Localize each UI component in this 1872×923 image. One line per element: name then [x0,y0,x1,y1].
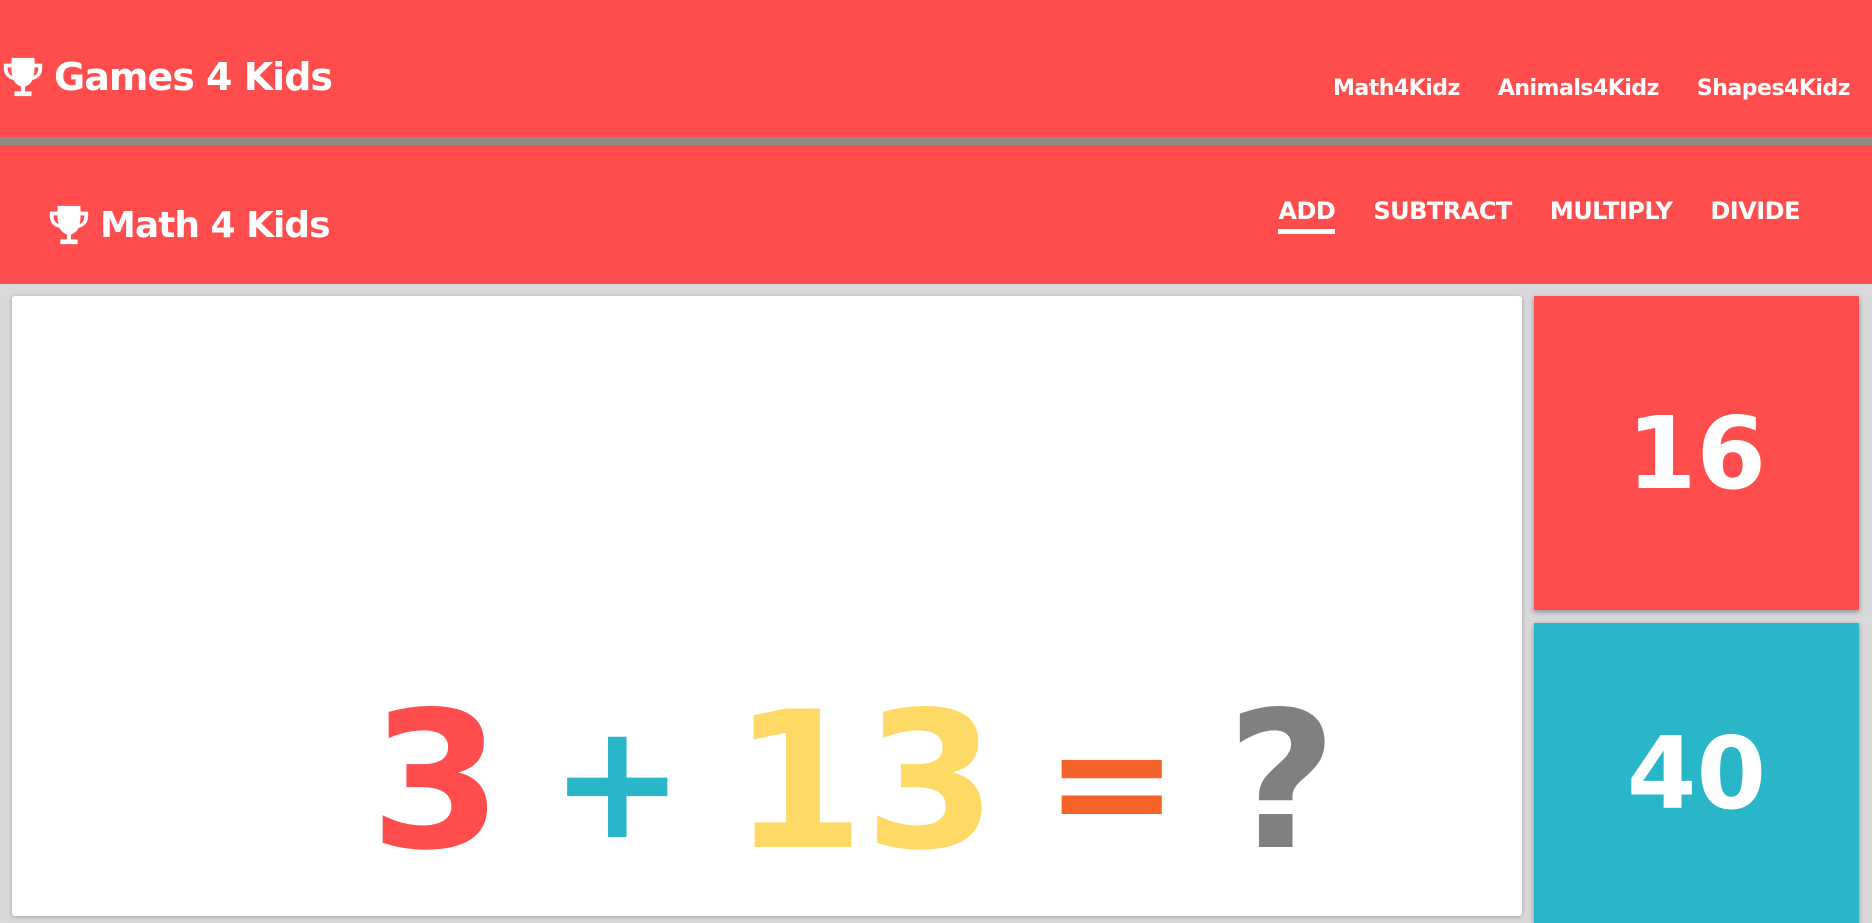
nav-math4kidz[interactable]: Math4Kidz [1333,76,1460,105]
tab-multiply[interactable]: MULTIPLY [1550,197,1673,234]
tab-subtract[interactable]: SUBTRACT [1373,197,1512,234]
top-nav: Math4Kidz Animals4Kidz Shapes4Kidz [1333,76,1851,105]
nav-animals4kidz[interactable]: Animals4Kidz [1498,76,1660,105]
nav-shapes4kidz[interactable]: Shapes4Kidz [1697,76,1851,105]
tab-divide[interactable]: DIVIDE [1710,197,1800,234]
equals-sign: = [1044,688,1179,875]
site-title: Games 4 Kids [54,55,333,99]
answer-option-1[interactable]: 16 [1534,296,1859,610]
trophy-icon [49,205,89,245]
header-divider [0,137,1872,145]
operation-tabs: ADD SUBTRACT MULTIPLY DIVIDE [1278,197,1800,234]
trophy-icon [3,57,43,97]
section-title: Math 4 Kids [100,204,331,246]
site-logo[interactable]: Games 4 Kids [0,54,333,100]
operand-1: 3 [370,671,503,892]
equation: 3 + 13 = ? [370,687,1337,877]
answer-option-1-value: 16 [1626,394,1767,512]
answer-option-2[interactable]: 40 [1534,623,1859,923]
operator-plus: + [550,688,685,875]
operand-2: 13 [732,671,997,892]
section-logo[interactable]: Math 4 Kids [46,202,331,248]
tab-add[interactable]: ADD [1278,197,1336,234]
answer-option-2-value: 40 [1626,714,1767,832]
unknown-answer: ? [1226,671,1337,892]
